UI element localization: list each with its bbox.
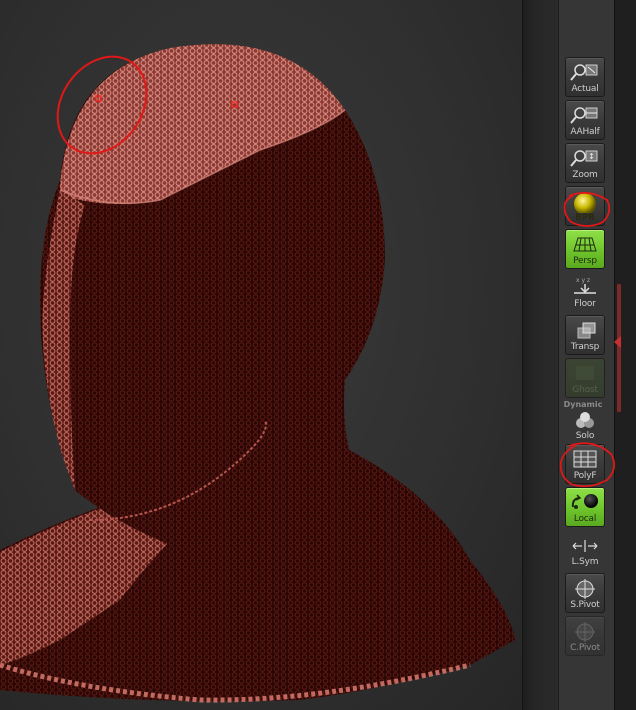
actual-label: Actual (571, 84, 599, 94)
pivot-disabled-icon (575, 622, 595, 642)
vertex-marker (231, 101, 238, 108)
persp-label: Persp (573, 256, 597, 266)
ghost-label: Ghost (572, 385, 598, 395)
magnifier-zoom-icon: ↕ (570, 150, 598, 167)
svg-text:↕: ↕ (588, 152, 595, 161)
zoom-button[interactable]: ↕ Zoom (565, 143, 605, 183)
aahalf-label: AAHalf (570, 127, 600, 137)
magnifier-actual-icon (570, 64, 598, 81)
actual-button[interactable]: Actual (565, 57, 605, 97)
lsym-label: L.Sym (571, 557, 599, 567)
aahalf-button[interactable]: AAHalf (565, 100, 605, 140)
panel-gutter (522, 0, 559, 710)
perspective-grid-icon (573, 237, 597, 252)
ghost-icon (576, 366, 594, 380)
ghost-button[interactable]: Ghost (565, 358, 605, 398)
lsym-button[interactable]: L.Sym (565, 530, 605, 570)
cpivot-button[interactable]: C.Pivot (565, 616, 605, 656)
zoom-label: Zoom (572, 170, 598, 180)
magnifier-aahalf-icon (570, 107, 598, 124)
cpivot-label: C.Pivot (570, 643, 600, 653)
local-label: Local (573, 514, 597, 524)
spivot-label: S.Pivot (570, 600, 600, 610)
solo-button[interactable]: Solo (565, 404, 605, 444)
floor-label: Floor (574, 299, 596, 309)
local-button[interactable]: Local (565, 487, 605, 527)
annotation-circle-head (56, 55, 148, 155)
scroll-marker-icon[interactable] (614, 336, 621, 348)
annotation-circle-polyf (559, 442, 616, 488)
transparency-icon (577, 322, 596, 339)
annotation-circle-bpr (563, 191, 611, 227)
pivot-icon (575, 579, 595, 599)
solo-spheres-icon (576, 412, 594, 428)
floor-grid-icon: x y z (574, 277, 596, 294)
3d-viewport[interactable] (0, 0, 522, 710)
scroll-thumb[interactable] (617, 284, 621, 412)
svg-text:x y z: x y z (576, 277, 590, 284)
local-rotation-icon (571, 494, 598, 509)
floor-button[interactable]: x y z Floor (565, 272, 605, 312)
transp-label: Transp (570, 342, 600, 352)
persp-button[interactable]: Persp (565, 229, 605, 269)
spivot-button[interactable]: S.Pivot (565, 573, 605, 613)
transp-button[interactable]: Transp (565, 315, 605, 355)
local-symmetry-icon (572, 540, 598, 552)
